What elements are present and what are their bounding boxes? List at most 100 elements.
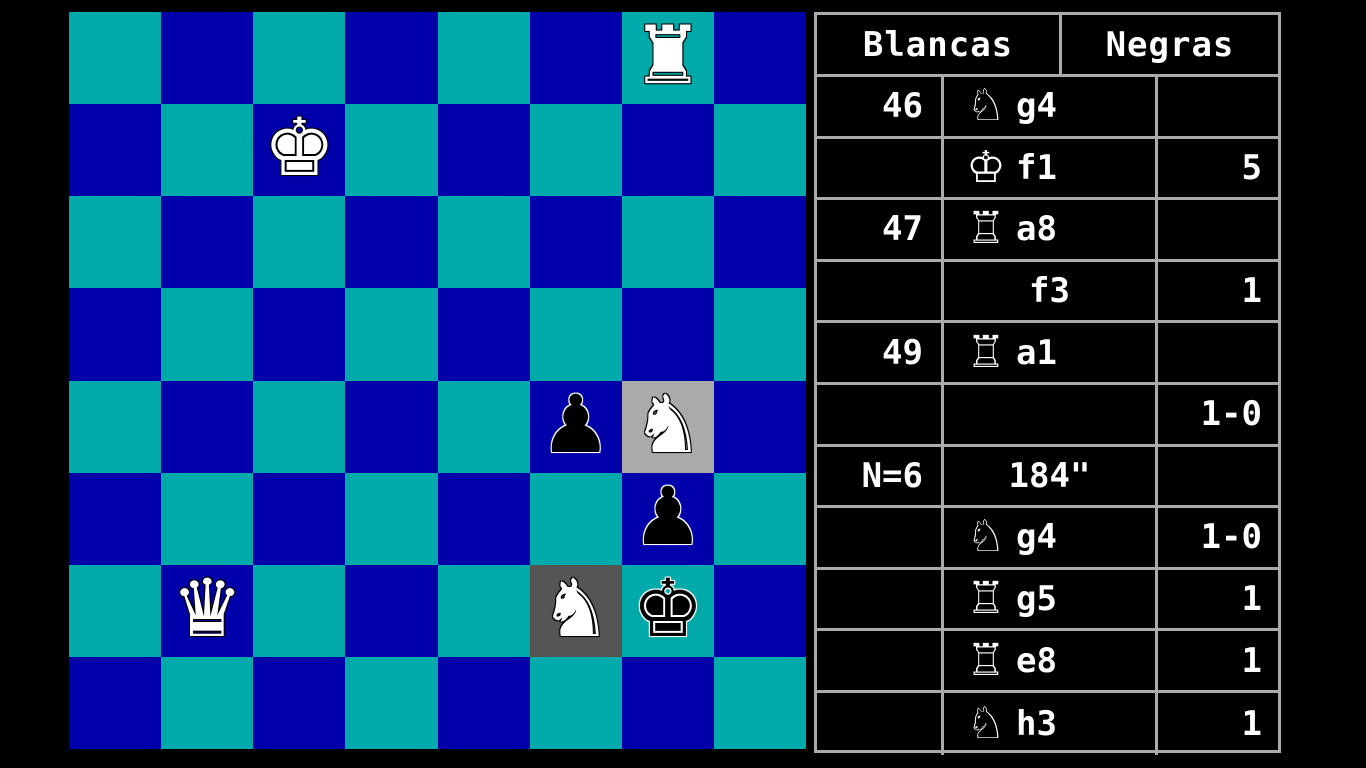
board-square-e6[interactable]	[437, 196, 530, 289]
board-square-g3[interactable]: ♟	[621, 472, 714, 565]
board-square-f6[interactable]	[529, 196, 622, 289]
board-square-h3[interactable]	[713, 472, 806, 565]
board-square-g4[interactable]: ♞	[621, 380, 714, 473]
move-list-panel: Blancas Negras 46 ♘ g4 ♔ f1 5 47 ♖ a8 f3 1 49 ♖ a1 1-0…	[814, 12, 1281, 755]
move-square: e8	[1016, 640, 1057, 681]
move-number	[817, 261, 944, 321]
move-number	[817, 508, 944, 567]
board-square-b8[interactable]	[161, 12, 254, 105]
board-square-g2[interactable]: ♚	[621, 564, 714, 657]
board-square-g8[interactable]: ♜	[621, 12, 714, 105]
board-square-d6[interactable]	[345, 196, 438, 289]
board-square-h2[interactable]	[713, 564, 806, 657]
board-square-c5[interactable]	[253, 288, 346, 381]
board-square-a4[interactable]	[69, 380, 162, 473]
board-square-d3[interactable]	[345, 472, 438, 565]
move-square: g4	[1016, 517, 1057, 558]
chess-board[interactable]: ♜ ♚ ♟ ♞ ♟ ♛ ♞ ♚	[69, 12, 806, 749]
board-square-e1[interactable]	[437, 656, 530, 749]
board-square-g1[interactable]	[621, 656, 714, 749]
board-square-a8[interactable]	[69, 12, 162, 105]
move-number: 46	[817, 77, 944, 136]
board-square-a3[interactable]	[69, 472, 162, 565]
board-square-h4[interactable]	[713, 380, 806, 473]
board-square-f1[interactable]	[529, 656, 622, 749]
move-cell: f3	[944, 261, 1158, 321]
board-square-e4[interactable]	[437, 380, 530, 473]
board-square-f2[interactable]: ♞	[529, 564, 622, 657]
board-square-f3[interactable]	[529, 472, 622, 565]
move-cell: ♘ g4	[944, 508, 1158, 567]
board-square-a6[interactable]	[69, 196, 162, 289]
move-number: 49	[817, 323, 944, 382]
board-square-d4[interactable]	[345, 380, 438, 473]
board-square-c4[interactable]	[253, 380, 346, 473]
move-row: ♔ f1 5	[817, 138, 1278, 201]
board-square-g6[interactable]	[621, 196, 714, 289]
move-row: ♘ h3 1	[817, 692, 1278, 755]
move-row: ♖ g5 1	[817, 569, 1278, 632]
board-square-b4[interactable]	[161, 380, 254, 473]
move-square: h3	[1016, 703, 1057, 744]
rook-icon: ♖	[966, 634, 1006, 686]
white-knight-piece-icon[interactable]: ♞	[632, 384, 704, 465]
board-square-d1[interactable]	[345, 656, 438, 749]
move-cell: ♖ e8	[944, 631, 1158, 690]
board-square-a5[interactable]	[69, 288, 162, 381]
board-square-c6[interactable]	[253, 196, 346, 289]
board-square-f5[interactable]	[529, 288, 622, 381]
board-square-f8[interactable]	[529, 12, 622, 105]
board-square-c8[interactable]	[253, 12, 346, 105]
board-square-e7[interactable]	[437, 104, 530, 197]
header-white: Blancas	[817, 15, 1062, 74]
board-square-c7[interactable]: ♚	[253, 104, 346, 197]
board-square-h5[interactable]	[713, 288, 806, 381]
board-square-b5[interactable]	[161, 288, 254, 381]
move-list-header: Blancas Negras	[817, 15, 1278, 77]
board-square-d7[interactable]	[345, 104, 438, 197]
black-king-piece-icon[interactable]: ♚	[632, 568, 704, 649]
board-square-b3[interactable]	[161, 472, 254, 565]
board-square-e5[interactable]	[437, 288, 530, 381]
board-square-e8[interactable]	[437, 12, 530, 105]
move-cell	[944, 384, 1158, 444]
board-square-h6[interactable]	[713, 196, 806, 289]
board-square-b7[interactable]	[161, 104, 254, 197]
move-number: 47	[817, 200, 944, 259]
board-square-e3[interactable]	[437, 472, 530, 565]
knight-icon: ♘	[966, 511, 1006, 563]
black-pawn-piece-icon[interactable]: ♟	[632, 476, 704, 557]
board-square-c1[interactable]	[253, 656, 346, 749]
rook-icon: ♖	[966, 326, 1006, 378]
board-square-d2[interactable]	[345, 564, 438, 657]
rook-icon: ♖	[966, 573, 1006, 625]
move-cell: 184"	[944, 446, 1158, 506]
board-square-h7[interactable]	[713, 104, 806, 197]
move-score: 1	[1241, 640, 1262, 681]
board-square-a2[interactable]	[69, 564, 162, 657]
board-square-b1[interactable]	[161, 656, 254, 749]
move-cell: ♘ h3	[944, 692, 1158, 755]
white-queen-piece-icon[interactable]: ♛	[171, 568, 243, 649]
board-square-f7[interactable]	[529, 104, 622, 197]
white-king-piece-icon[interactable]: ♚	[263, 108, 335, 188]
board-square-b2[interactable]: ♛	[161, 564, 254, 657]
board-square-h1[interactable]	[713, 656, 806, 749]
board-square-c3[interactable]	[253, 472, 346, 565]
board-square-c2[interactable]	[253, 564, 346, 657]
board-square-d5[interactable]	[345, 288, 438, 381]
move-number	[817, 138, 944, 198]
black-pawn-piece-icon[interactable]: ♟	[540, 384, 612, 465]
move-number	[817, 569, 944, 629]
board-square-h8[interactable]	[713, 12, 806, 105]
white-knight-piece-icon[interactable]: ♞	[540, 568, 612, 649]
board-square-g7[interactable]	[621, 104, 714, 197]
board-square-d8[interactable]	[345, 12, 438, 105]
board-square-f4[interactable]: ♟	[529, 380, 622, 473]
white-rook-piece-icon[interactable]: ♜	[632, 16, 704, 96]
board-square-a1[interactable]	[69, 656, 162, 749]
board-square-e2[interactable]	[437, 564, 530, 657]
board-square-g5[interactable]	[621, 288, 714, 381]
board-square-b6[interactable]	[161, 196, 254, 289]
board-square-a7[interactable]	[69, 104, 162, 197]
